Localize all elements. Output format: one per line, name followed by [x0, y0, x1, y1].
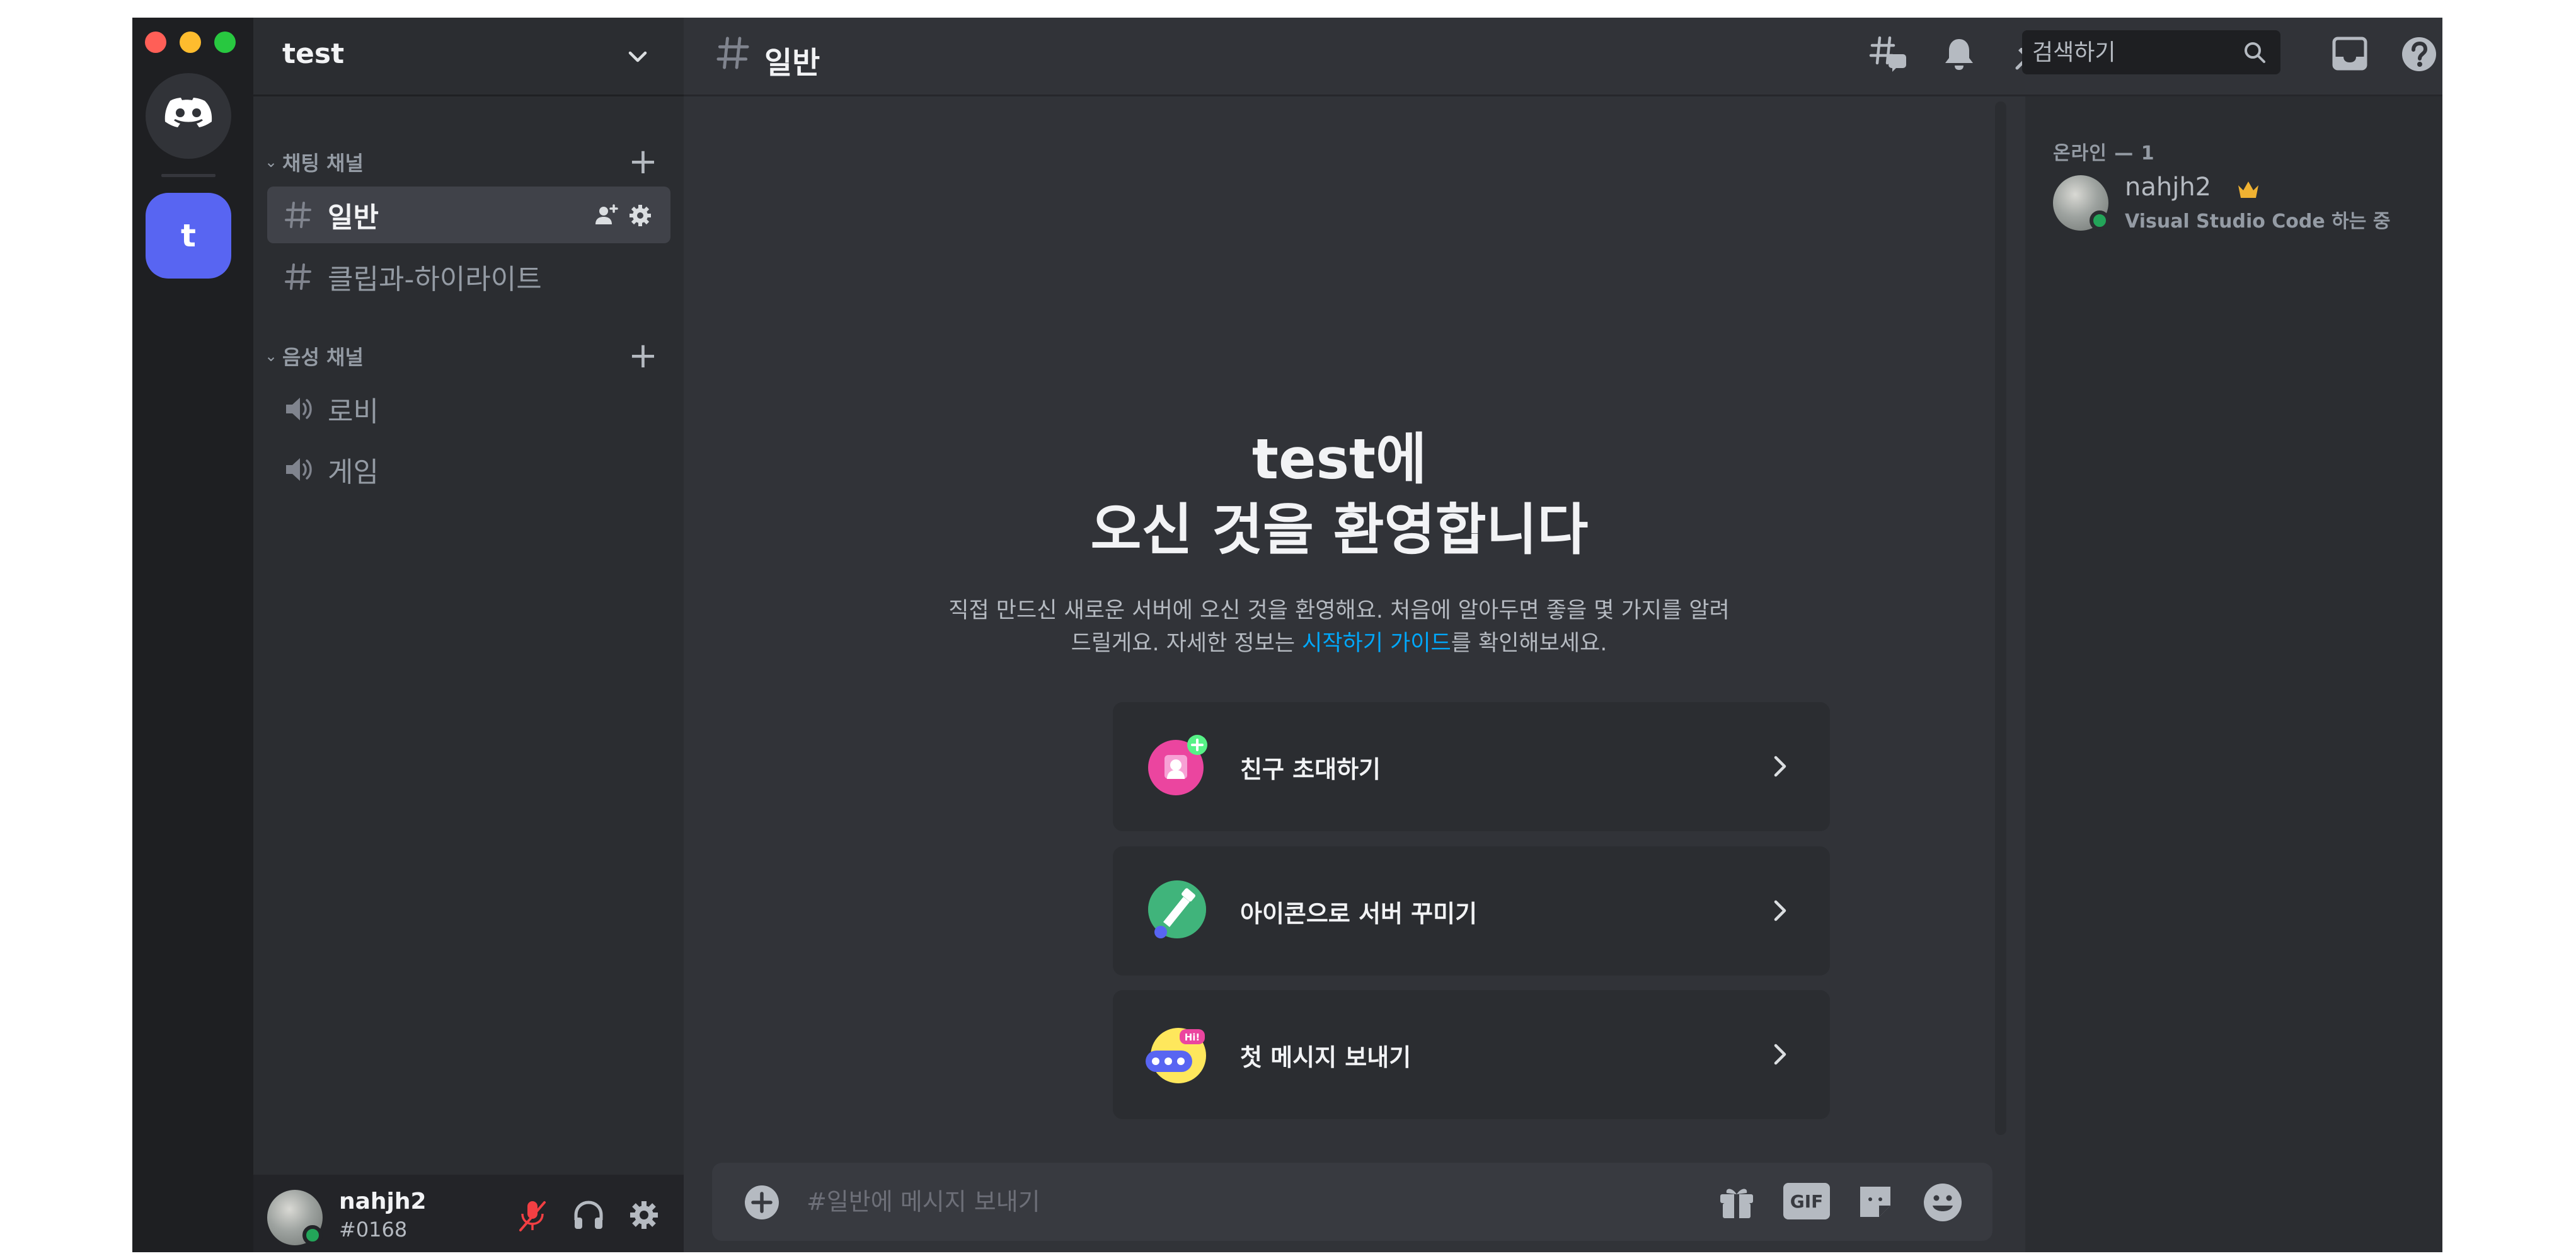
chat-area: test에 오신 것을 환영합니다 직접 만드신 새로운 서버에 오신 것을 환…	[684, 96, 2025, 1252]
category-label: 채팅 채널	[282, 151, 364, 175]
voice-channel-lobby[interactable]: 로비	[267, 381, 670, 437]
speaker-icon	[286, 458, 312, 481]
caret-down-icon: ⌄	[264, 153, 278, 171]
hi-badge-text: Hi!	[1185, 1032, 1200, 1043]
add-channel-icon[interactable]: +	[628, 144, 658, 180]
gif-label: GIF	[1790, 1190, 1824, 1212]
channel-label: 클립과-하이라이트	[328, 263, 542, 296]
discord-home-button[interactable]	[146, 73, 231, 159]
welcome-title-line2: 오신 것을 환영합니다	[1090, 497, 1589, 562]
search-box[interactable]	[2022, 30, 2280, 74]
member-activity: Visual Studio Code 하는 중	[2125, 210, 2391, 233]
threads-icon[interactable]	[1868, 35, 1909, 73]
chevron-right-icon	[1774, 756, 1786, 777]
invite-member-icon[interactable]	[594, 203, 619, 228]
window-zoom-button[interactable]	[214, 32, 236, 53]
search-icon	[2245, 42, 2265, 63]
card-label: 아이콘으로 서버 꾸미기	[1240, 900, 1478, 928]
message-input[interactable]	[807, 1183, 1563, 1221]
speaker-icon	[286, 398, 312, 420]
category-label: 음성 채널	[282, 345, 364, 369]
crown-icon	[2238, 181, 2258, 198]
chevron-right-icon	[1774, 900, 1786, 921]
welcome-title: test에 오신 것을 환영합니다	[684, 424, 1995, 565]
welcome-desc-text-end: 를 확인해보세요.	[1451, 631, 1607, 656]
channel-label: 일반	[328, 202, 379, 234]
hash-icon	[285, 202, 311, 228]
gif-picker-button[interactable]: GIF	[1783, 1183, 1830, 1219]
channel-item-clips-highlights[interactable]: 클립과-하이라이트	[267, 248, 670, 305]
chat-scrollbar[interactable]	[1995, 101, 2006, 1135]
user-name: nahjh2	[339, 1189, 427, 1214]
emoji-icon[interactable]	[1922, 1182, 1964, 1223]
channel-label: 로비	[328, 396, 379, 428]
inbox-icon[interactable]	[2331, 35, 2369, 72]
card-label: 친구 초대하기	[1240, 756, 1381, 783]
member-item[interactable]: nahjh2 Visual Studio Code 하는 중	[2044, 169, 2422, 238]
customize-server-card[interactable]: 아이콘으로 서버 꾸미기	[1113, 846, 1830, 976]
first-message-card[interactable]: Hi! 첫 메시지 보내기	[1113, 990, 1830, 1119]
chevron-down-icon	[628, 51, 647, 62]
online-status-icon	[302, 1225, 323, 1245]
channel-header: 일반	[684, 18, 2442, 96]
headphones-icon[interactable]	[572, 1199, 605, 1231]
sticker-icon[interactable]	[1855, 1182, 1895, 1222]
channel-sidebar: test ⌄ 채팅 채널 + 일반 클립과-하이라이트 ⌄ 음성 채널 + 로비…	[253, 18, 684, 1252]
server-initial: t	[181, 217, 196, 254]
discord-window: t test ⌄ 채팅 채널 + 일반 클립과-하이라이트 ⌄ 음성 채널 + …	[132, 18, 2442, 1252]
caret-down-icon: ⌄	[264, 347, 278, 365]
channel-item-general[interactable]: 일반	[267, 187, 670, 243]
getting-started-guide-link[interactable]: 시작하기 가이드	[1302, 631, 1451, 656]
category-text-channels[interactable]: ⌄ 채팅 채널 +	[260, 144, 676, 180]
window-close-button[interactable]	[145, 32, 166, 53]
channel-label: 게임	[328, 456, 379, 488]
channel-actions	[594, 203, 653, 228]
server-icon-test[interactable]: t	[146, 193, 231, 279]
message-composer: GIF	[712, 1163, 1992, 1241]
first-message-icon: Hi!	[1146, 1028, 1206, 1083]
online-section-header: 온라인 — 1	[2053, 142, 2155, 164]
server-name: test	[282, 38, 345, 70]
add-attachment-icon[interactable]	[744, 1184, 780, 1221]
invite-friends-card[interactable]: 친구 초대하기	[1113, 702, 1830, 831]
hash-icon	[716, 37, 749, 69]
channel-title: 일반	[764, 45, 820, 81]
search-input[interactable]	[2032, 38, 2234, 67]
invite-friends-icon	[1148, 735, 1207, 795]
user-settings-gear-icon[interactable]	[628, 1199, 660, 1231]
notification-bell-icon[interactable]	[1941, 35, 1977, 72]
window-minimize-button[interactable]	[180, 32, 201, 53]
welcome-title-line1: test에	[1251, 427, 1427, 492]
chevron-right-icon	[1774, 1044, 1786, 1065]
voice-channel-game[interactable]: 게임	[267, 441, 670, 498]
member-name: nahjh2	[2125, 173, 2212, 202]
help-icon[interactable]	[2400, 35, 2438, 73]
add-channel-icon[interactable]: +	[628, 338, 658, 374]
online-status-icon	[2090, 210, 2110, 231]
welcome-description: 직접 만드신 새로운 서버에 오신 것을 환영해요. 처음에 알아두면 좋을 몇…	[936, 594, 1742, 660]
server-rail: t	[132, 18, 253, 1252]
microphone-muted-icon[interactable]	[517, 1199, 548, 1234]
server-header[interactable]: test	[253, 18, 684, 96]
rail-separator	[161, 174, 216, 177]
channel-settings-gear-icon[interactable]	[628, 203, 653, 228]
user-panel: nahjh2 #0168	[253, 1175, 684, 1252]
category-voice-channels[interactable]: ⌄ 음성 채널 +	[260, 338, 676, 374]
gift-icon[interactable]	[1716, 1182, 1757, 1222]
card-label: 첫 메시지 보내기	[1240, 1044, 1412, 1071]
member-list: 온라인 — 1 nahjh2 Visual Studio Code 하는 중	[2025, 96, 2442, 1252]
discord-logo-icon	[164, 98, 212, 127]
user-tag: #0168	[339, 1218, 408, 1242]
customize-server-icon	[1148, 880, 1206, 938]
hash-icon	[285, 263, 311, 290]
